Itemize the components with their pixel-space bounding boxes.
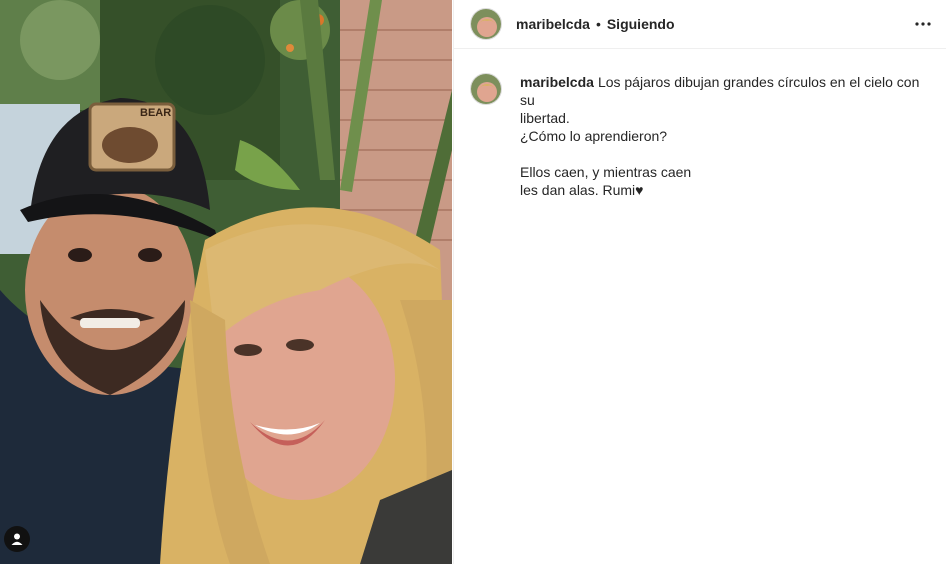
caption-username[interactable]: maribelcda — [520, 74, 594, 90]
caption-text-line: ¿Cómo lo aprendieron? — [520, 128, 668, 144]
caption-row: maribelcda Los pájaros dibujan grandes cí… — [454, 49, 946, 199]
more-horizontal-icon — [915, 22, 931, 26]
following-button[interactable]: Siguiendo — [607, 16, 675, 32]
caption-text-line: Ellos caen, y mientras caen — [520, 164, 692, 180]
caption-text-line: libertad. — [520, 110, 570, 126]
user-tag-icon — [11, 533, 23, 545]
post-photo[interactable]: BEAR — [0, 0, 452, 564]
separator-dot: • — [595, 16, 601, 32]
avatar[interactable] — [470, 8, 502, 40]
caption-text-line: les dan alas. Rumi♥ — [520, 182, 644, 198]
post-username[interactable]: maribelcda — [516, 16, 590, 32]
tag-people-button[interactable] — [4, 526, 30, 552]
post-header: maribelcda • Siguiendo — [454, 0, 946, 49]
cap-patch-text: BEAR — [140, 107, 171, 119]
caption-avatar[interactable] — [470, 73, 502, 105]
post-caption: maribelcda Los pájaros dibujan grandes cí… — [520, 73, 930, 199]
selfie-image: BEAR — [0, 0, 452, 564]
post-side-panel: maribelcda • Siguiendo maribelcda Los páj… — [453, 0, 946, 564]
caption-line-break — [520, 145, 930, 163]
more-options-button[interactable] — [912, 14, 934, 34]
